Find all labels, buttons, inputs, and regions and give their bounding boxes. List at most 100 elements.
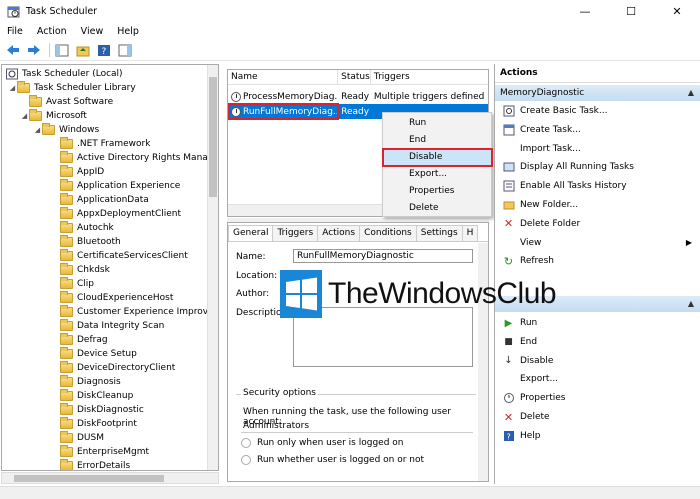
name-field[interactable]: RunFullMemoryDiagnostic bbox=[293, 249, 473, 263]
watermark: TheWindowsClub bbox=[280, 270, 560, 318]
help-icon[interactable]: ? bbox=[95, 41, 113, 59]
tree-item[interactable]: DUSM bbox=[60, 431, 104, 445]
tree-item[interactable]: Device Setup bbox=[60, 347, 137, 361]
tree-item[interactable]: Data Integrity Scan bbox=[60, 319, 164, 333]
tab-conditions[interactable]: Conditions bbox=[359, 225, 417, 241]
tree-item[interactable]: Diagnosis bbox=[60, 375, 121, 389]
tree-item[interactable]: Chkdsk bbox=[60, 263, 110, 277]
end-icon: ■ bbox=[504, 336, 513, 347]
item-action-help[interactable]: ? Help bbox=[495, 427, 700, 445]
tree-item[interactable]: ◢ Windows bbox=[33, 123, 99, 137]
tree-item[interactable]: EnterpriseMgmt bbox=[60, 445, 149, 459]
context-end[interactable]: End bbox=[383, 132, 491, 149]
context-properties[interactable]: Properties bbox=[383, 183, 491, 200]
section-memorydiagnostic[interactable]: MemoryDiagnostic ▲ bbox=[495, 85, 700, 101]
task-list-header: Name Status Triggers bbox=[228, 70, 488, 85]
menu-action[interactable]: Action bbox=[30, 26, 74, 37]
folder-icon bbox=[60, 291, 73, 303]
action-new-folder[interactable]: New Folder... bbox=[495, 196, 700, 214]
tab-history[interactable]: H bbox=[461, 225, 479, 241]
tree-item[interactable]: ErrorDetails bbox=[60, 459, 130, 470]
tree-item[interactable]: Avast Software bbox=[20, 95, 113, 109]
action-delete-folder[interactable]: ✕ Delete Folder bbox=[495, 215, 700, 233]
back-arrow-icon[interactable] bbox=[4, 41, 22, 59]
tree-item[interactable]: Clip bbox=[60, 277, 94, 291]
column-triggers[interactable]: Triggers bbox=[371, 70, 488, 85]
context-run[interactable]: Run bbox=[383, 115, 491, 132]
tree-library[interactable]: ◢ Task Scheduler Library bbox=[8, 81, 136, 95]
tree-item[interactable]: DiskFootprint bbox=[60, 417, 137, 431]
tree-item[interactable]: DiskCleanup bbox=[60, 389, 133, 403]
tree-item[interactable]: CloudExperienceHost bbox=[60, 291, 173, 305]
item-action-disable[interactable]: ↓ Disable bbox=[495, 352, 700, 370]
chevron-up-icon[interactable]: ▲ bbox=[688, 85, 694, 101]
menu-help[interactable]: Help bbox=[110, 26, 146, 37]
tree-item[interactable]: Autochk bbox=[60, 221, 114, 235]
actions-header: Actions bbox=[495, 64, 700, 83]
action-display-all-running-tasks[interactable]: Display All Running Tasks bbox=[495, 158, 700, 176]
tree-item[interactable]: Customer Experience Improver bbox=[60, 305, 217, 319]
show-hide-tree-icon[interactable] bbox=[53, 41, 71, 59]
tree-root[interactable]: Task Scheduler (Local) bbox=[5, 67, 123, 81]
tree-item[interactable]: DeviceDirectoryClient bbox=[60, 361, 175, 375]
folder-icon bbox=[60, 277, 73, 289]
menu-file[interactable]: File bbox=[0, 26, 30, 37]
tree-horizontal-scrollbar[interactable] bbox=[1, 472, 219, 484]
action-view[interactable]: View ▶ bbox=[495, 234, 700, 252]
tree-item[interactable]: Application Experience bbox=[60, 179, 180, 193]
action-create-task[interactable]: Create Task... bbox=[495, 121, 700, 139]
folder-icon bbox=[60, 179, 73, 191]
maximize-button[interactable]: ☐ bbox=[608, 0, 654, 22]
minimize-button[interactable]: — bbox=[562, 0, 608, 22]
radio-logged-on[interactable] bbox=[241, 438, 251, 448]
action-refresh[interactable]: ↻ Refresh bbox=[495, 252, 700, 270]
forward-arrow-icon[interactable] bbox=[25, 41, 43, 59]
action-import-task[interactable]: Import Task... bbox=[495, 140, 700, 158]
tree-scroll-thumb[interactable] bbox=[209, 77, 217, 197]
tree-hscroll-thumb[interactable] bbox=[14, 475, 164, 482]
column-name[interactable]: Name bbox=[228, 70, 339, 85]
folder-icon bbox=[60, 375, 73, 387]
chevron-down-icon[interactable]: ◢ bbox=[20, 112, 29, 120]
tree-item[interactable]: ApplicationData bbox=[60, 193, 149, 207]
task-row[interactable]: ProcessMemoryDiag... Ready Multiple trig… bbox=[228, 89, 488, 104]
close-button[interactable]: ✕ bbox=[654, 0, 700, 22]
context-export[interactable]: Export... bbox=[383, 166, 491, 183]
task-properties-pane: General Triggers Actions Conditions Sett… bbox=[227, 222, 489, 482]
chevron-down-icon[interactable]: ◢ bbox=[33, 126, 42, 134]
help-icon: ? bbox=[502, 429, 515, 442]
tab-triggers[interactable]: Triggers bbox=[272, 225, 319, 241]
folder-icon bbox=[60, 249, 73, 261]
item-action-export[interactable]: Export... bbox=[495, 370, 700, 388]
action-enable-all-tasks-history[interactable]: Enable All Tasks History bbox=[495, 177, 700, 195]
chevron-down-icon[interactable]: ◢ bbox=[8, 84, 17, 92]
menu-view[interactable]: View bbox=[74, 26, 111, 37]
tree-item[interactable]: Defrag bbox=[60, 333, 108, 347]
chevron-up-icon[interactable]: ▲ bbox=[688, 296, 694, 312]
folder-icon bbox=[60, 361, 73, 373]
item-action-properties[interactable]: Properties bbox=[495, 389, 700, 407]
tree-item[interactable]: ◢ Microsoft bbox=[20, 109, 87, 123]
folder-up-icon[interactable] bbox=[74, 41, 92, 59]
tree-item[interactable]: Active Directory Rights Manag bbox=[60, 151, 214, 165]
tab-actions[interactable]: Actions bbox=[317, 225, 361, 241]
tree-item[interactable]: .NET Framework bbox=[60, 137, 150, 151]
tree-item[interactable]: DiskDiagnostic bbox=[60, 403, 144, 417]
menu-bar: File Action View Help bbox=[0, 22, 700, 40]
tree-item[interactable]: Bluetooth bbox=[60, 235, 121, 249]
item-action-end[interactable]: ■ End bbox=[495, 333, 700, 351]
tree-item[interactable]: AppID bbox=[60, 165, 104, 179]
item-action-delete[interactable]: ✕ Delete bbox=[495, 408, 700, 426]
tab-general[interactable]: General bbox=[228, 225, 274, 241]
context-menu: Run End Disable Export... Properties Del… bbox=[382, 112, 493, 217]
folder-icon bbox=[29, 109, 42, 121]
show-action-pane-icon[interactable] bbox=[116, 41, 134, 59]
action-create-basic-task[interactable]: Create Basic Task... bbox=[495, 102, 700, 120]
tree-item[interactable]: CertificateServicesClient bbox=[60, 249, 188, 263]
context-delete[interactable]: Delete bbox=[383, 200, 491, 217]
radio-logged-on-or-not[interactable] bbox=[241, 455, 251, 465]
column-status[interactable]: Status bbox=[338, 70, 371, 85]
tree-item[interactable]: AppxDeploymentClient bbox=[60, 207, 181, 221]
tab-settings[interactable]: Settings bbox=[415, 225, 463, 241]
tree-scrollbar[interactable] bbox=[207, 65, 218, 470]
